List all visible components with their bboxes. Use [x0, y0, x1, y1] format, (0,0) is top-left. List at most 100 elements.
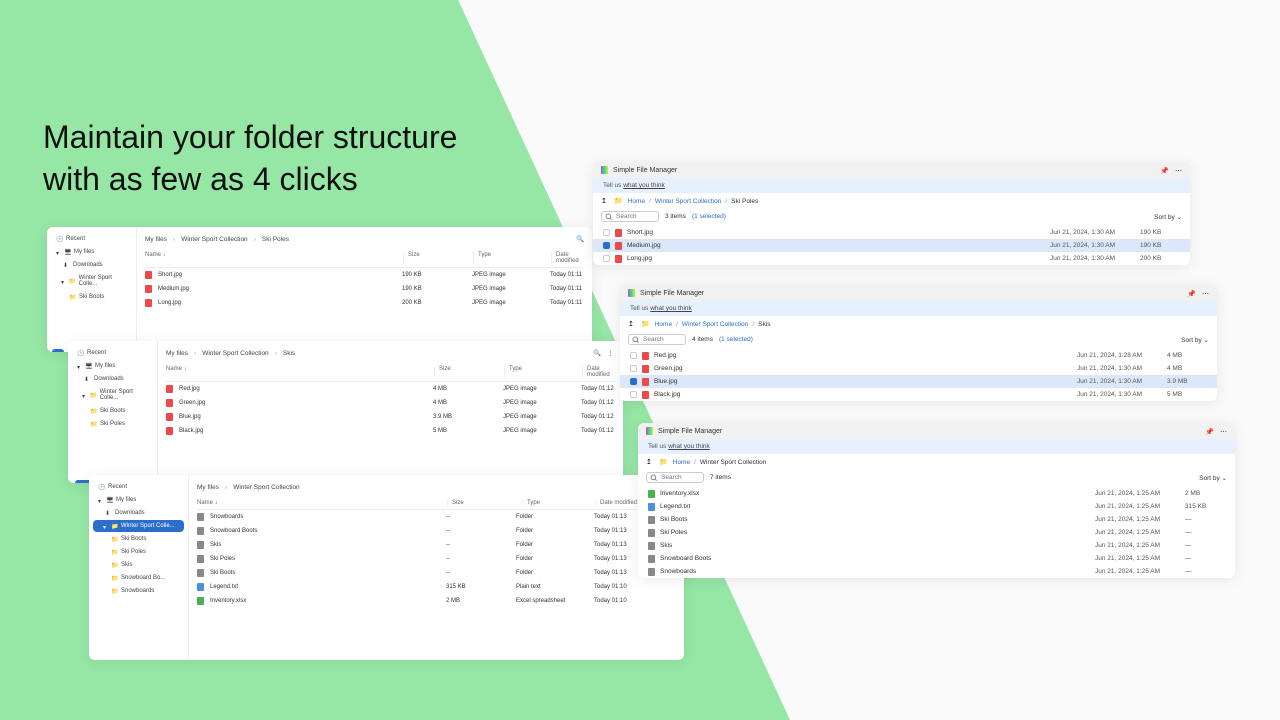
search-input[interactable] — [601, 211, 659, 222]
hdr-type[interactable]: Type — [522, 500, 595, 506]
file-row[interactable]: Short.jpgJun 21, 2024, 1:30 AM190 KB — [593, 226, 1190, 239]
file-row[interactable]: Long.jpgJun 21, 2024, 1:30 AM200 KB — [593, 252, 1190, 265]
sidebar-skiboots[interactable]: 📁Ski Boots — [51, 291, 132, 303]
file-row[interactable]: Snowboard BootsJun 21, 2024, 1:25 AM— — [638, 552, 1235, 565]
breadcrumb-myfiles[interactable]: My files — [166, 350, 188, 357]
sidebar-recent[interactable]: 🕒Recent — [72, 347, 153, 359]
sidebar-myfiles[interactable]: ▾🖥My files — [72, 360, 153, 372]
checkbox[interactable] — [630, 378, 637, 385]
file-row[interactable]: Skis--FolderToday 01:13 — [197, 538, 676, 552]
breadcrumb-skipoles[interactable]: Ski Poles — [262, 236, 289, 243]
more-icon[interactable]: ⋮ — [607, 349, 615, 357]
checkbox[interactable] — [630, 391, 637, 398]
file-row[interactable]: Ski BootsJun 21, 2024, 1:25 AM— — [638, 513, 1235, 526]
checkbox[interactable] — [630, 365, 637, 372]
sidebar-downloads[interactable]: ⬇Downloads — [93, 507, 184, 519]
breadcrumb-wsc[interactable]: Winter Sport Collection — [181, 236, 247, 243]
hdr-date[interactable]: Date modified — [582, 366, 615, 378]
crumb-wsc[interactable]: Winter Sport Collection — [655, 198, 721, 205]
crumb-home[interactable]: Home — [655, 321, 672, 328]
more-icon[interactable]: ⋯ — [1220, 428, 1227, 435]
sort-by-button[interactable]: Sort by ⌄ — [1199, 474, 1227, 482]
crumb-skis[interactable]: Skis — [758, 321, 770, 328]
file-row[interactable]: Legend.txtJun 21, 2024, 1:25 AM315 KB — [638, 500, 1235, 513]
sidebar-wsc-active[interactable]: ▾📁Winter Sport Colle... — [93, 520, 184, 532]
sidebar-myfiles[interactable]: ▾🖥My files — [93, 494, 184, 506]
up-arrow-icon[interactable]: ↥ — [628, 320, 636, 328]
sidebar-snowboards[interactable]: 📁Snowboards — [93, 585, 184, 597]
file-row[interactable]: Ski PolesJun 21, 2024, 1:25 AM— — [638, 526, 1235, 539]
pin-icon[interactable]: 📌 — [1205, 428, 1212, 435]
file-row[interactable]: Medium.jpg190 KBJPEG imageToday 01:11 — [145, 282, 584, 296]
search-icon[interactable]: 🔍 — [576, 235, 584, 243]
sidebar-skiboots[interactable]: 📁Ski Boots — [93, 533, 184, 545]
crumb-skipoles[interactable]: Ski Poles — [731, 198, 758, 205]
file-row[interactable]: Ski Boots--FolderToday 01:13 — [197, 566, 676, 580]
file-row[interactable]: Black.jpgJun 21, 2024, 1:30 AM5 MB — [620, 388, 1217, 401]
file-row[interactable]: Blue.jpg3.9 MBJPEG imageToday 01:12 — [166, 410, 615, 424]
file-row[interactable]: Legend.txt315 KBPlain textToday 01:10 — [197, 580, 676, 594]
file-row[interactable]: Blue.jpgJun 21, 2024, 1:30 AM3.9 MB — [620, 375, 1217, 388]
file-row[interactable]: Snowboards--FolderToday 01:13 — [197, 510, 676, 524]
checkbox[interactable] — [603, 255, 610, 262]
file-row[interactable]: Red.jpg4 MBJPEG imageToday 01:12 — [166, 382, 615, 396]
feedback-link[interactable]: what you think — [650, 305, 692, 312]
search-input[interactable] — [646, 472, 704, 483]
sidebar-skis[interactable]: 📁Skis — [93, 559, 184, 571]
search-icon[interactable]: 🔍 — [593, 349, 601, 357]
file-row[interactable]: Green.jpgJun 21, 2024, 1:30 AM4 MB — [620, 362, 1217, 375]
hdr-date[interactable]: Date modified — [551, 252, 584, 264]
checkbox[interactable] — [603, 229, 610, 236]
file-row[interactable]: Inventory.xlsx2 MBExcel spreadsheetToday… — [197, 594, 676, 608]
hdr-size[interactable]: Size — [403, 252, 473, 264]
file-row[interactable]: Red.jpgJun 21, 2024, 1:28 AM4 MB — [620, 349, 1217, 362]
sidebar-myfiles[interactable]: ▾🖥My files — [51, 246, 132, 258]
sidebar-snowboardboots[interactable]: 📁Snowboard Bo... — [93, 572, 184, 584]
hdr-type[interactable]: Type — [473, 252, 551, 264]
up-arrow-icon[interactable]: ↥ — [601, 197, 609, 205]
up-arrow-icon[interactable]: ↥ — [646, 458, 654, 466]
hdr-name[interactable]: Name ↓ — [166, 366, 434, 378]
sidebar-skiboots[interactable]: 📁Ski Boots — [72, 405, 153, 417]
file-row[interactable]: Ski Poles--FolderToday 01:13 — [197, 552, 676, 566]
sidebar-skipoles[interactable]: 📁Ski Poles — [72, 418, 153, 430]
sidebar-wsc[interactable]: ▾📁Winter Sport Colle... — [51, 272, 132, 290]
breadcrumb-wsc[interactable]: Winter Sport Collection — [233, 484, 299, 491]
pin-icon[interactable]: 📌 — [1187, 290, 1194, 297]
crumb-wsc[interactable]: Winter Sport Collection — [700, 459, 766, 466]
file-row[interactable]: Black.jpg5 MBJPEG imageToday 01:12 — [166, 424, 615, 438]
crumb-home[interactable]: Home — [673, 459, 690, 466]
pin-icon[interactable]: 📌 — [1160, 167, 1167, 174]
file-row[interactable]: Inventory.xlsxJun 21, 2024, 1:25 AM2 MB — [638, 487, 1235, 500]
checkbox[interactable] — [603, 242, 610, 249]
feedback-link[interactable]: what you think — [623, 182, 665, 189]
file-row[interactable]: Medium.jpgJun 21, 2024, 1:30 AM190 KB — [593, 239, 1190, 252]
feedback-link[interactable]: what you think — [668, 443, 710, 450]
sidebar-downloads[interactable]: ⬇Downloads — [72, 373, 153, 385]
crumb-wsc[interactable]: Winter Sport Collection — [682, 321, 748, 328]
sidebar-wsc[interactable]: ▾📁Winter Sport Colle... — [72, 386, 153, 404]
breadcrumb-skis[interactable]: Skis — [283, 350, 295, 357]
checkbox[interactable] — [630, 352, 637, 359]
more-icon[interactable]: ⋯ — [1175, 167, 1182, 174]
file-row[interactable]: SnowboardsJun 21, 2024, 1:25 AM— — [638, 565, 1235, 578]
hdr-size[interactable]: Size — [434, 366, 504, 378]
breadcrumb-myfiles[interactable]: My files — [145, 236, 167, 243]
file-row[interactable]: Long.jpg200 KBJPEG imageToday 01:11 — [145, 296, 584, 310]
breadcrumb-myfiles[interactable]: My files — [197, 484, 219, 491]
search-input[interactable] — [628, 334, 686, 345]
more-icon[interactable]: ⋯ — [1202, 290, 1209, 297]
hdr-size[interactable]: Size — [447, 500, 522, 506]
crumb-home[interactable]: Home — [628, 198, 645, 205]
breadcrumb-wsc[interactable]: Winter Sport Collection — [202, 350, 268, 357]
sidebar-recent[interactable]: 🕒Recent — [93, 481, 184, 493]
sidebar-recent[interactable]: 🕒Recent — [51, 233, 132, 245]
hdr-type[interactable]: Type — [504, 366, 582, 378]
file-row[interactable]: Short.jpg190 KBJPEG imageToday 01:11 — [145, 268, 584, 282]
file-row[interactable]: Green.jpg4 MBJPEG imageToday 01:12 — [166, 396, 615, 410]
sidebar-downloads[interactable]: ⬇Downloads — [51, 259, 132, 271]
sort-by-button[interactable]: Sort by ⌄ — [1181, 336, 1209, 344]
sort-by-button[interactable]: Sort by ⌄ — [1154, 213, 1182, 221]
sidebar-skipoles[interactable]: 📁Ski Poles — [93, 546, 184, 558]
hdr-name[interactable]: Name ↓ — [197, 500, 447, 506]
